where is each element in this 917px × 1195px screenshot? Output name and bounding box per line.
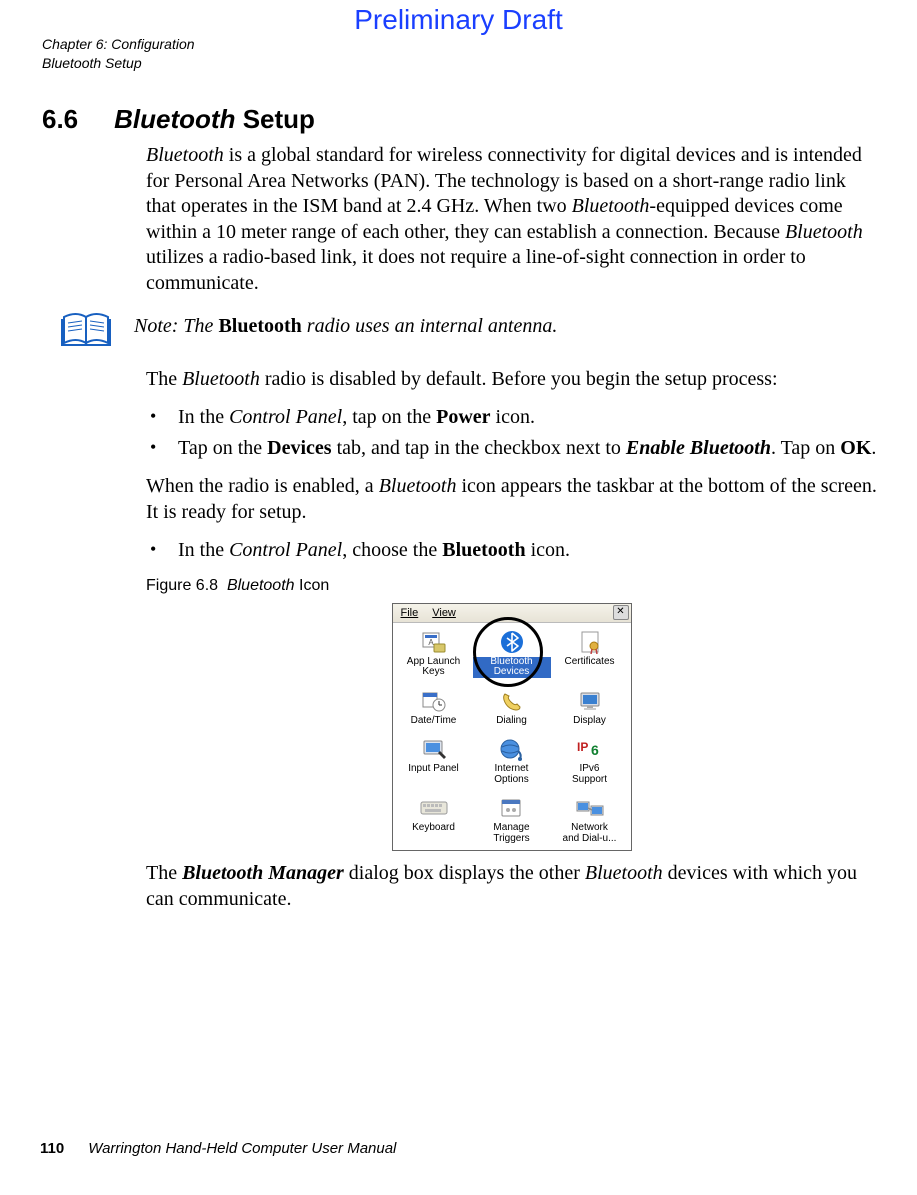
section-number: 6.6 <box>42 104 78 134</box>
setup-bullets-2: In the Control Panel, choose the Bluetoo… <box>146 537 877 564</box>
cp-item-dialing[interactable]: Dialing <box>473 686 551 731</box>
intro-paragraph: Bluetooth is a global standard for wirel… <box>146 143 877 297</box>
ipv6-icon: IP6 <box>575 736 605 762</box>
keyboard-icon <box>419 795 449 821</box>
footer: 110 Warrington Hand-Held Computer User Ma… <box>40 1140 396 1157</box>
bullet-devices-tab: Tap on the Devices tab, and tap in the c… <box>146 435 877 462</box>
close-icon: ✕ <box>616 606 624 617</box>
bullet-choose-bluetooth: In the Control Panel, choose the Bluetoo… <box>146 537 877 564</box>
note-text: Note: The Bluetooth radio uses an intern… <box>134 309 557 339</box>
figure-caption: Figure 6.8 Bluetooth Icon <box>146 576 877 596</box>
setup-intro: The Bluetooth radio is disabled by defau… <box>146 367 877 393</box>
certificates-icon <box>575 629 605 655</box>
setup-body: The Bluetooth radio is disabled by defau… <box>146 367 877 913</box>
section-title-rest: Setup <box>235 104 314 134</box>
manage-triggers-icon <box>497 795 527 821</box>
cp-item-label: BluetoothDevices <box>473 657 551 678</box>
cp-item-keyboard[interactable]: Keyboard <box>395 793 473 848</box>
footer-title: Warrington Hand-Held Computer User Manua… <box>88 1140 396 1157</box>
cp-item-label: Keyboard <box>395 823 473 834</box>
cp-item-ipv6-support[interactable]: IP6 IPv6Support <box>551 734 629 789</box>
control-panel-window: File View ✕ A App LaunchKeys <box>392 603 632 852</box>
page: Preliminary Draft Chapter 6: Configurati… <box>0 0 917 1195</box>
menubar: File View ✕ <box>393 604 631 623</box>
preliminary-draft-watermark: Preliminary Draft <box>0 4 917 36</box>
bluetooth-icon <box>497 629 527 655</box>
closing-paragraph: The Bluetooth Manager dialog box display… <box>146 861 877 912</box>
cp-item-certificates[interactable]: Certificates <box>551 627 629 682</box>
svg-text:6: 6 <box>591 742 599 758</box>
page-number: 110 <box>40 1140 64 1157</box>
cp-item-label: InternetOptions <box>473 764 551 785</box>
cp-item-app-launch-keys[interactable]: A App LaunchKeys <box>395 627 473 682</box>
running-head-chapter: Chapter 6: Configuration <box>42 36 877 54</box>
cp-item-display[interactable]: Display <box>551 686 629 731</box>
cp-item-label: IPv6Support <box>551 764 629 785</box>
setup-bullets-1: In the Control Panel, tap on the Power i… <box>146 404 877 462</box>
cp-item-label: Date/Time <box>395 716 473 727</box>
menu-file[interactable]: File <box>395 605 425 621</box>
internet-options-icon <box>497 736 527 762</box>
cp-item-label: Networkand Dial-u... <box>551 823 629 844</box>
book-icon <box>58 309 116 349</box>
dialing-icon <box>497 688 527 714</box>
cp-item-internet-options[interactable]: InternetOptions <box>473 734 551 789</box>
input-panel-icon <box>419 736 449 762</box>
display-icon <box>575 688 605 714</box>
section-heading: 6.6 Bluetooth Setup <box>40 104 877 135</box>
cp-item-network-dialup[interactable]: Networkand Dial-u... <box>551 793 629 848</box>
cp-item-bluetooth-devices[interactable]: BluetoothDevices <box>473 627 551 682</box>
control-panel-grid-wrap: A App LaunchKeys BluetoothDevices <box>393 623 631 851</box>
bullet-power-icon: In the Control Panel, tap on the Power i… <box>146 404 877 431</box>
cp-item-label: App LaunchKeys <box>395 657 473 678</box>
menu-view[interactable]: View <box>426 605 462 621</box>
radio-enabled-paragraph: When the radio is enabled, a Bluetooth i… <box>146 474 877 525</box>
note-block: Note: The Bluetooth radio uses an intern… <box>58 309 877 349</box>
section-title-italic: Bluetooth <box>114 104 235 134</box>
svg-text:A: A <box>428 638 434 647</box>
cp-item-label: Input Panel <box>395 764 473 775</box>
cp-item-manage-triggers[interactable]: ManageTriggers <box>473 793 551 848</box>
cp-item-label: ManageTriggers <box>473 823 551 844</box>
running-head-topic: Bluetooth Setup <box>42 55 877 73</box>
control-panel-grid: A App LaunchKeys BluetoothDevices <box>395 627 629 849</box>
app-launch-keys-icon: A <box>419 629 449 655</box>
network-dialup-icon <box>575 795 605 821</box>
date-time-icon <box>419 688 449 714</box>
body: Bluetooth is a global standard for wirel… <box>146 143 877 297</box>
figure-area: File View ✕ A App LaunchKeys <box>146 603 877 852</box>
svg-text:IP: IP <box>577 740 588 754</box>
cp-item-label: Display <box>551 716 629 727</box>
cp-item-label: Certificates <box>551 657 629 668</box>
close-button[interactable]: ✕ <box>613 605 629 620</box>
cp-item-date-time[interactable]: Date/Time <box>395 686 473 731</box>
cp-item-input-panel[interactable]: Input Panel <box>395 734 473 789</box>
cp-item-label: Dialing <box>473 716 551 727</box>
